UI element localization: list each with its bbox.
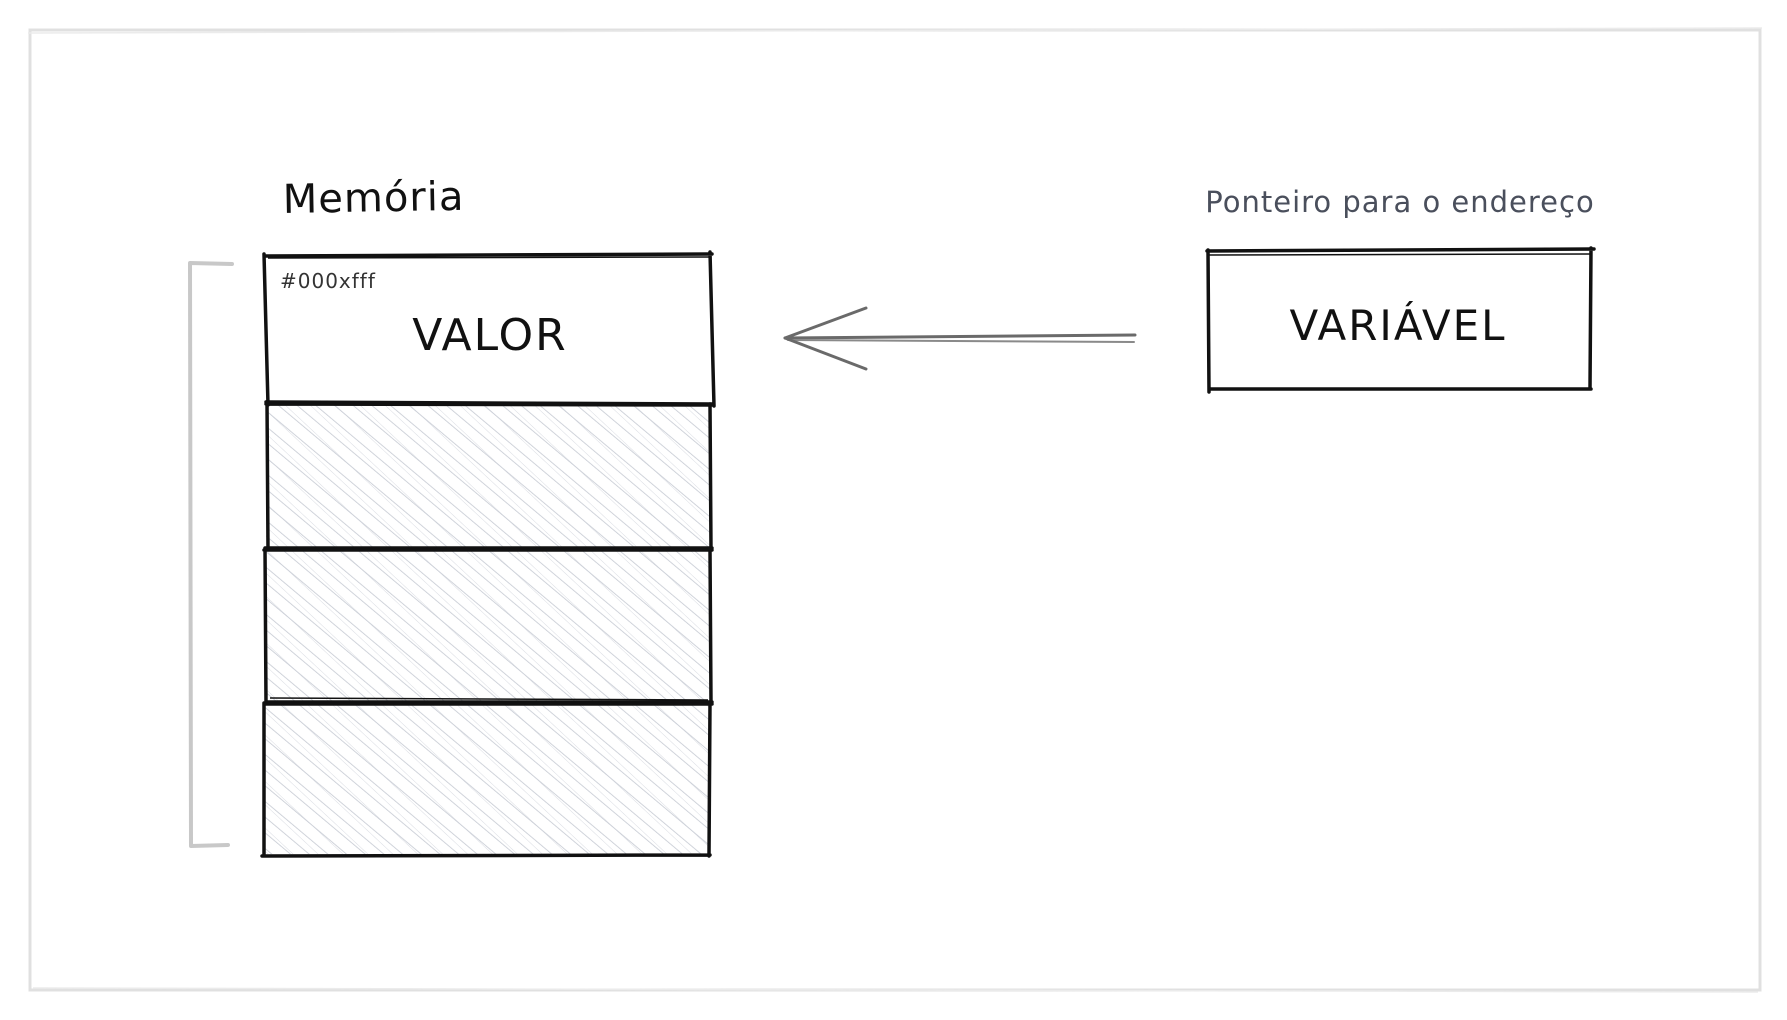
memory-cell-empty: [264, 400, 714, 552]
memory-cell-empty: [262, 546, 714, 705]
variable-label: VARIÁVEL: [1289, 300, 1506, 350]
pointer-caption: Ponteiro para o endereço: [1205, 185, 1594, 219]
diagram-canvas: Memória #000xfff VALOR Ponteiro para o e…: [27, 27, 1763, 993]
memory-value: VALOR: [412, 310, 568, 361]
pointer-arrow: [783, 306, 1137, 371]
memory-address: #000xfff: [280, 269, 376, 293]
memory-bracket: [188, 261, 234, 848]
memory-cell-empty: [260, 701, 714, 858]
memory-title: Memória: [282, 174, 464, 223]
